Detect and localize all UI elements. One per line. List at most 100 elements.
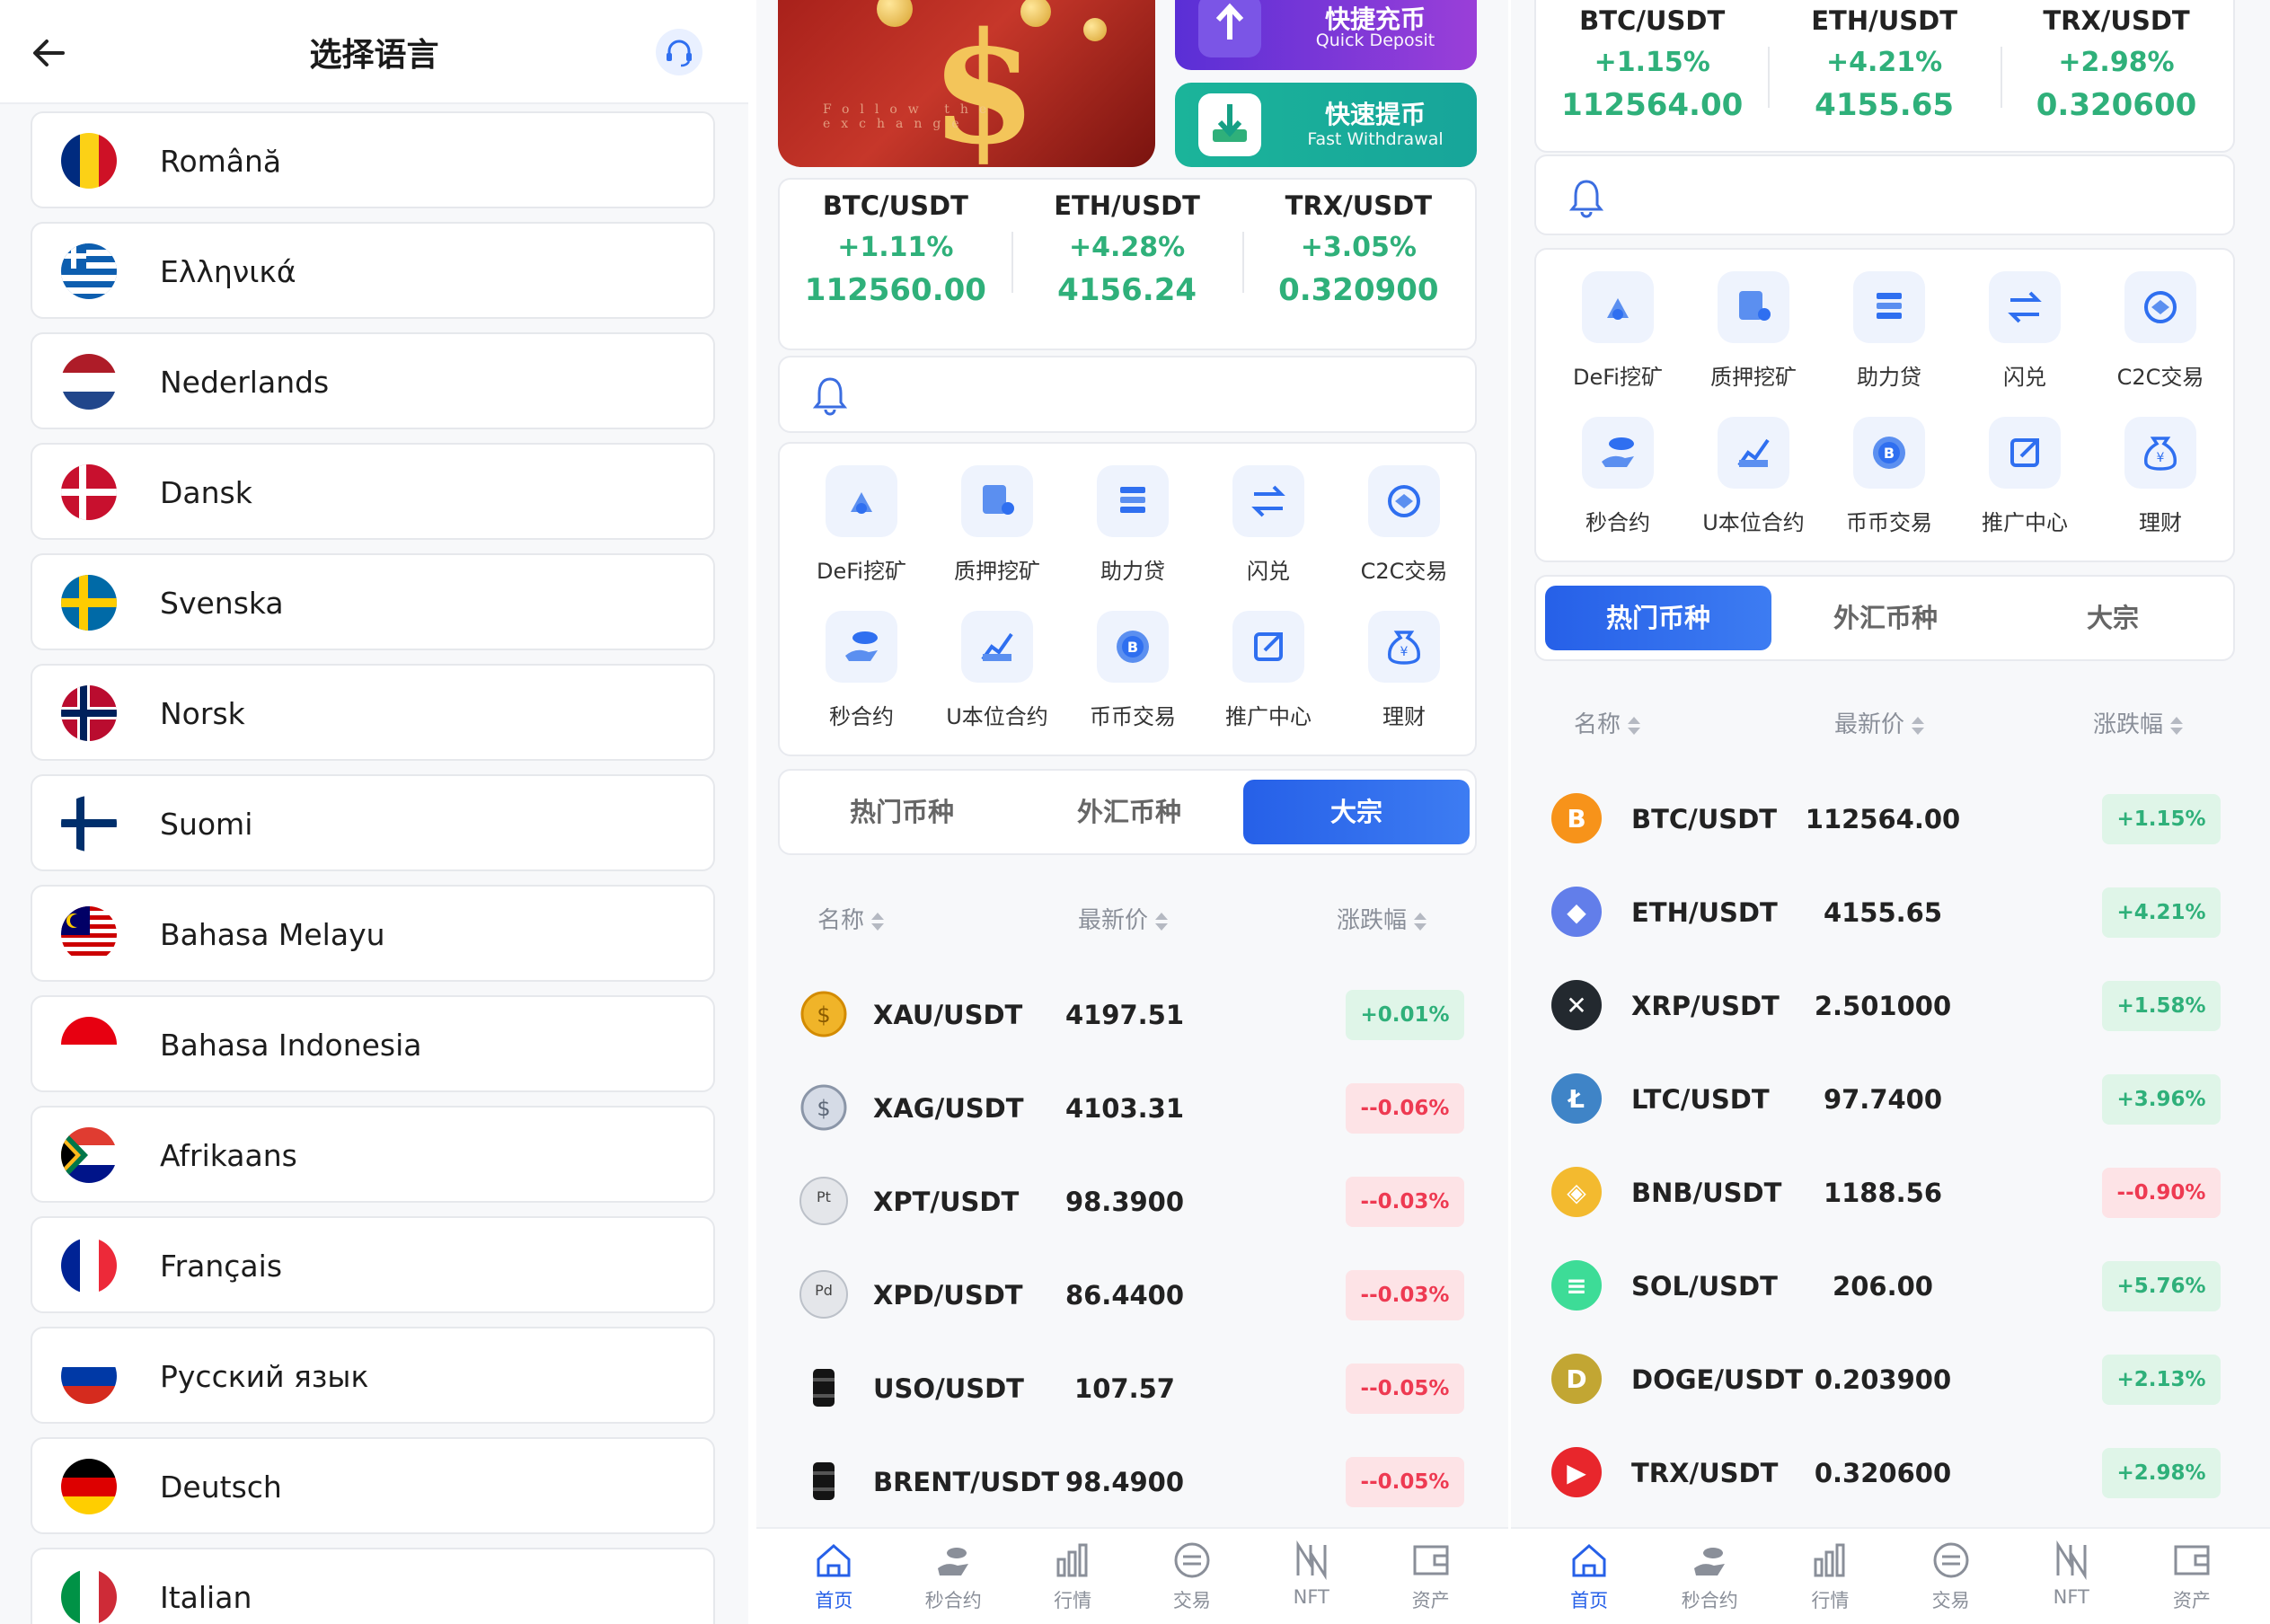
menu-item-futures[interactable]: U本位合约 xyxy=(1686,417,1821,536)
menu-item-wealth[interactable]: ¥ 理财 xyxy=(1337,611,1471,730)
market-row[interactable]: ≡ SOL/USDT 206.00 +5.76% xyxy=(1511,1240,2270,1333)
contract-icon xyxy=(1582,417,1654,489)
language-item-germany[interactable]: Deutsch xyxy=(31,1437,715,1534)
ticker-trx[interactable]: TRX/USDT +2.98% 0.320600 xyxy=(2001,5,2232,123)
menu-item-wealth[interactable]: ¥ 理财 xyxy=(2093,417,2228,536)
menu-item-staking-mining[interactable]: 质押挖矿 xyxy=(930,465,1064,585)
ticker-eth[interactable]: ETH/USDT +4.28% 4156.24 xyxy=(1011,190,1243,308)
nav-chart[interactable]: 行情 xyxy=(1776,1540,1884,1613)
svg-text:▶: ▶ xyxy=(1567,1458,1586,1487)
market-symbol: TRX/USDT xyxy=(1631,1458,1779,1488)
col-change-header[interactable]: 涨跌幅 xyxy=(1337,902,1427,935)
language-item-italy[interactable]: Italian xyxy=(31,1548,715,1624)
market-row[interactable]: Pt XPT/USDT 98.3900 --0.03% xyxy=(756,1155,1508,1249)
ticker-trx[interactable]: TRX/USDT +3.05% 0.320900 xyxy=(1242,190,1474,308)
sort-icon xyxy=(2170,714,2184,737)
language-item-russia[interactable]: Русский язык xyxy=(31,1327,715,1424)
market-row[interactable]: ▶ TRX/USDT 0.320600 +2.98% xyxy=(1511,1426,2270,1520)
menu-item-loan[interactable]: 助力贷 xyxy=(1822,271,1956,391)
nav-nft[interactable]: NFT xyxy=(2018,1540,2125,1608)
menu-item-swap[interactable]: 闪兑 xyxy=(1201,465,1336,585)
silver-coin-icon: $ xyxy=(798,1081,850,1134)
col-price-header[interactable]: 最新价 xyxy=(1078,902,1169,935)
market-row[interactable]: $ XAG/USDT 4103.31 --0.06% xyxy=(756,1062,1508,1155)
language-item-indonesia[interactable]: Bahasa Indonesia xyxy=(31,995,715,1092)
market-row[interactable]: Pd XPD/USDT 86.4400 --0.03% xyxy=(756,1249,1508,1342)
language-item-denmark[interactable]: Dansk xyxy=(31,443,715,540)
nav-chart[interactable]: 行情 xyxy=(1019,1540,1126,1613)
menu-item-contract[interactable]: 秒合约 xyxy=(794,611,929,730)
language-item-malaysia[interactable]: Bahasa Melayu xyxy=(31,885,715,982)
col-name-header[interactable]: 名称 xyxy=(1574,706,1641,739)
col-change-header[interactable]: 涨跌幅 xyxy=(2093,706,2184,739)
nav-contract[interactable]: 秒合约 xyxy=(899,1540,1007,1613)
col-price-header[interactable]: 最新价 xyxy=(1834,706,1925,739)
menu-item-contract[interactable]: 秒合约 xyxy=(1550,417,1685,536)
menu-item-spot-trade[interactable]: B 币币交易 xyxy=(1065,611,1200,730)
menu-item-futures[interactable]: U本位合约 xyxy=(930,611,1064,730)
market-row[interactable]: ◈ BNB/USDT 1188.56 --0.90% xyxy=(1511,1146,2270,1240)
language-item-finland[interactable]: Suomi xyxy=(31,774,715,871)
menu-item-defi-mining[interactable]: DeFi挖矿 xyxy=(794,465,929,585)
menu-item-loan[interactable]: 助力贷 xyxy=(1065,465,1200,585)
ticker-card: BTC/USDT +1.11% 112560.00 ETH/USDT +4.28% 415… xyxy=(778,178,1477,350)
change-badge: --0.06% xyxy=(1346,1083,1464,1134)
tab-hot[interactable]: 热门币种 xyxy=(789,780,1015,844)
language-item-france[interactable]: Français xyxy=(31,1216,715,1313)
market-row[interactable]: $ XAU/USDT 4197.51 +0.01% xyxy=(756,968,1508,1062)
fast-withdraw-button[interactable]: 快速提币 Fast Withdrawal xyxy=(1175,83,1477,167)
menu-item-defi-mining[interactable]: DeFi挖矿 xyxy=(1550,271,1685,391)
menu-item-referral[interactable]: 推广中心 xyxy=(1201,611,1336,730)
language-item-sweden[interactable]: Svenska xyxy=(31,553,715,650)
promo-banner[interactable]: $ Follow the exchange xyxy=(778,0,1155,167)
market-row[interactable]: D DOGE/USDT 0.203900 +2.13% xyxy=(1511,1333,2270,1426)
language-item-romania[interactable]: Română xyxy=(31,111,715,208)
nav-wallet[interactable]: 资产 xyxy=(2138,1540,2246,1613)
nft-icon xyxy=(2051,1540,2092,1581)
notice-bar[interactable] xyxy=(1534,154,2235,235)
menu-item-staking-mining[interactable]: 质押挖矿 xyxy=(1686,271,1821,391)
tab-commodities[interactable]: 大宗 xyxy=(1243,780,1470,844)
tab-commodities[interactable]: 大宗 xyxy=(2000,586,2226,650)
nav-label: NFT xyxy=(1293,1586,1329,1608)
ticker-btc[interactable]: BTC/USDT +1.11% 112560.00 xyxy=(780,190,1011,308)
market-row[interactable]: ✕ XRP/USDT 2.501000 +1.58% xyxy=(1511,959,2270,1053)
language-item-south-africa[interactable]: Afrikaans xyxy=(31,1106,715,1203)
menu-item-swap[interactable]: 闪兑 xyxy=(1957,271,2092,391)
nav-home[interactable]: 首页 xyxy=(780,1540,888,1613)
ticker-eth[interactable]: ETH/USDT +4.21% 4155.65 xyxy=(1768,5,2000,123)
tab-forex[interactable]: 外汇币种 xyxy=(1016,780,1242,844)
menu-item-c2c[interactable]: C2C交易 xyxy=(2093,271,2228,391)
nav-home[interactable]: 首页 xyxy=(1535,1540,1643,1613)
menu-item-c2c[interactable]: C2C交易 xyxy=(1337,465,1471,585)
quick-deposit-button[interactable]: 快捷充币 Quick Deposit xyxy=(1175,0,1477,70)
ticker-btc[interactable]: BTC/USDT +1.15% 112564.00 xyxy=(1536,5,1768,123)
menu-item-spot-trade[interactable]: B 币币交易 xyxy=(1822,417,1956,536)
menu-item-referral[interactable]: 推广中心 xyxy=(1957,417,2092,536)
loan-icon xyxy=(1853,271,1925,343)
ticker-pair: BTC/USDT xyxy=(1579,5,1726,36)
market-row[interactable]: ◆ ETH/USDT 4155.65 +4.21% xyxy=(1511,866,2270,959)
tab-forex[interactable]: 外汇币种 xyxy=(1772,586,1999,650)
market-row[interactable]: BRENT/USDT 98.4900 --0.05% xyxy=(756,1435,1508,1529)
language-list: Română Ελληνικά Nederlands Dansk Svenska Nors… xyxy=(31,111,715,1624)
market-price: 98.3900 xyxy=(1064,1187,1185,1217)
tab-hot[interactable]: 热门币种 xyxy=(1545,586,1771,650)
col-name-header[interactable]: 名称 xyxy=(817,902,885,935)
notice-bar[interactable] xyxy=(778,356,1477,433)
language-item-greece[interactable]: Ελληνικά xyxy=(31,222,715,319)
ticker-price: 0.320900 xyxy=(1278,272,1439,308)
market-row[interactable]: USO/USDT 107.57 --0.05% xyxy=(756,1342,1508,1435)
market-row[interactable]: Ł LTC/USDT 97.7400 +3.96% xyxy=(1511,1053,2270,1146)
language-item-netherlands[interactable]: Nederlands xyxy=(31,332,715,429)
svg-text:Ł: Ł xyxy=(1567,1084,1585,1114)
nav-nft[interactable]: NFT xyxy=(1258,1540,1365,1608)
language-item-norway[interactable]: Norsk xyxy=(31,664,715,761)
market-row[interactable]: B BTC/USDT 112564.00 +1.15% xyxy=(1511,772,2270,866)
headset-icon[interactable] xyxy=(656,29,702,75)
nav-wallet[interactable]: 资产 xyxy=(1377,1540,1485,1613)
nav-trade[interactable]: 交易 xyxy=(1138,1540,1246,1613)
nav-contract[interactable]: 秒合约 xyxy=(1656,1540,1763,1613)
nav-trade[interactable]: 交易 xyxy=(1897,1540,2005,1613)
column-label: 名称 xyxy=(817,907,865,934)
